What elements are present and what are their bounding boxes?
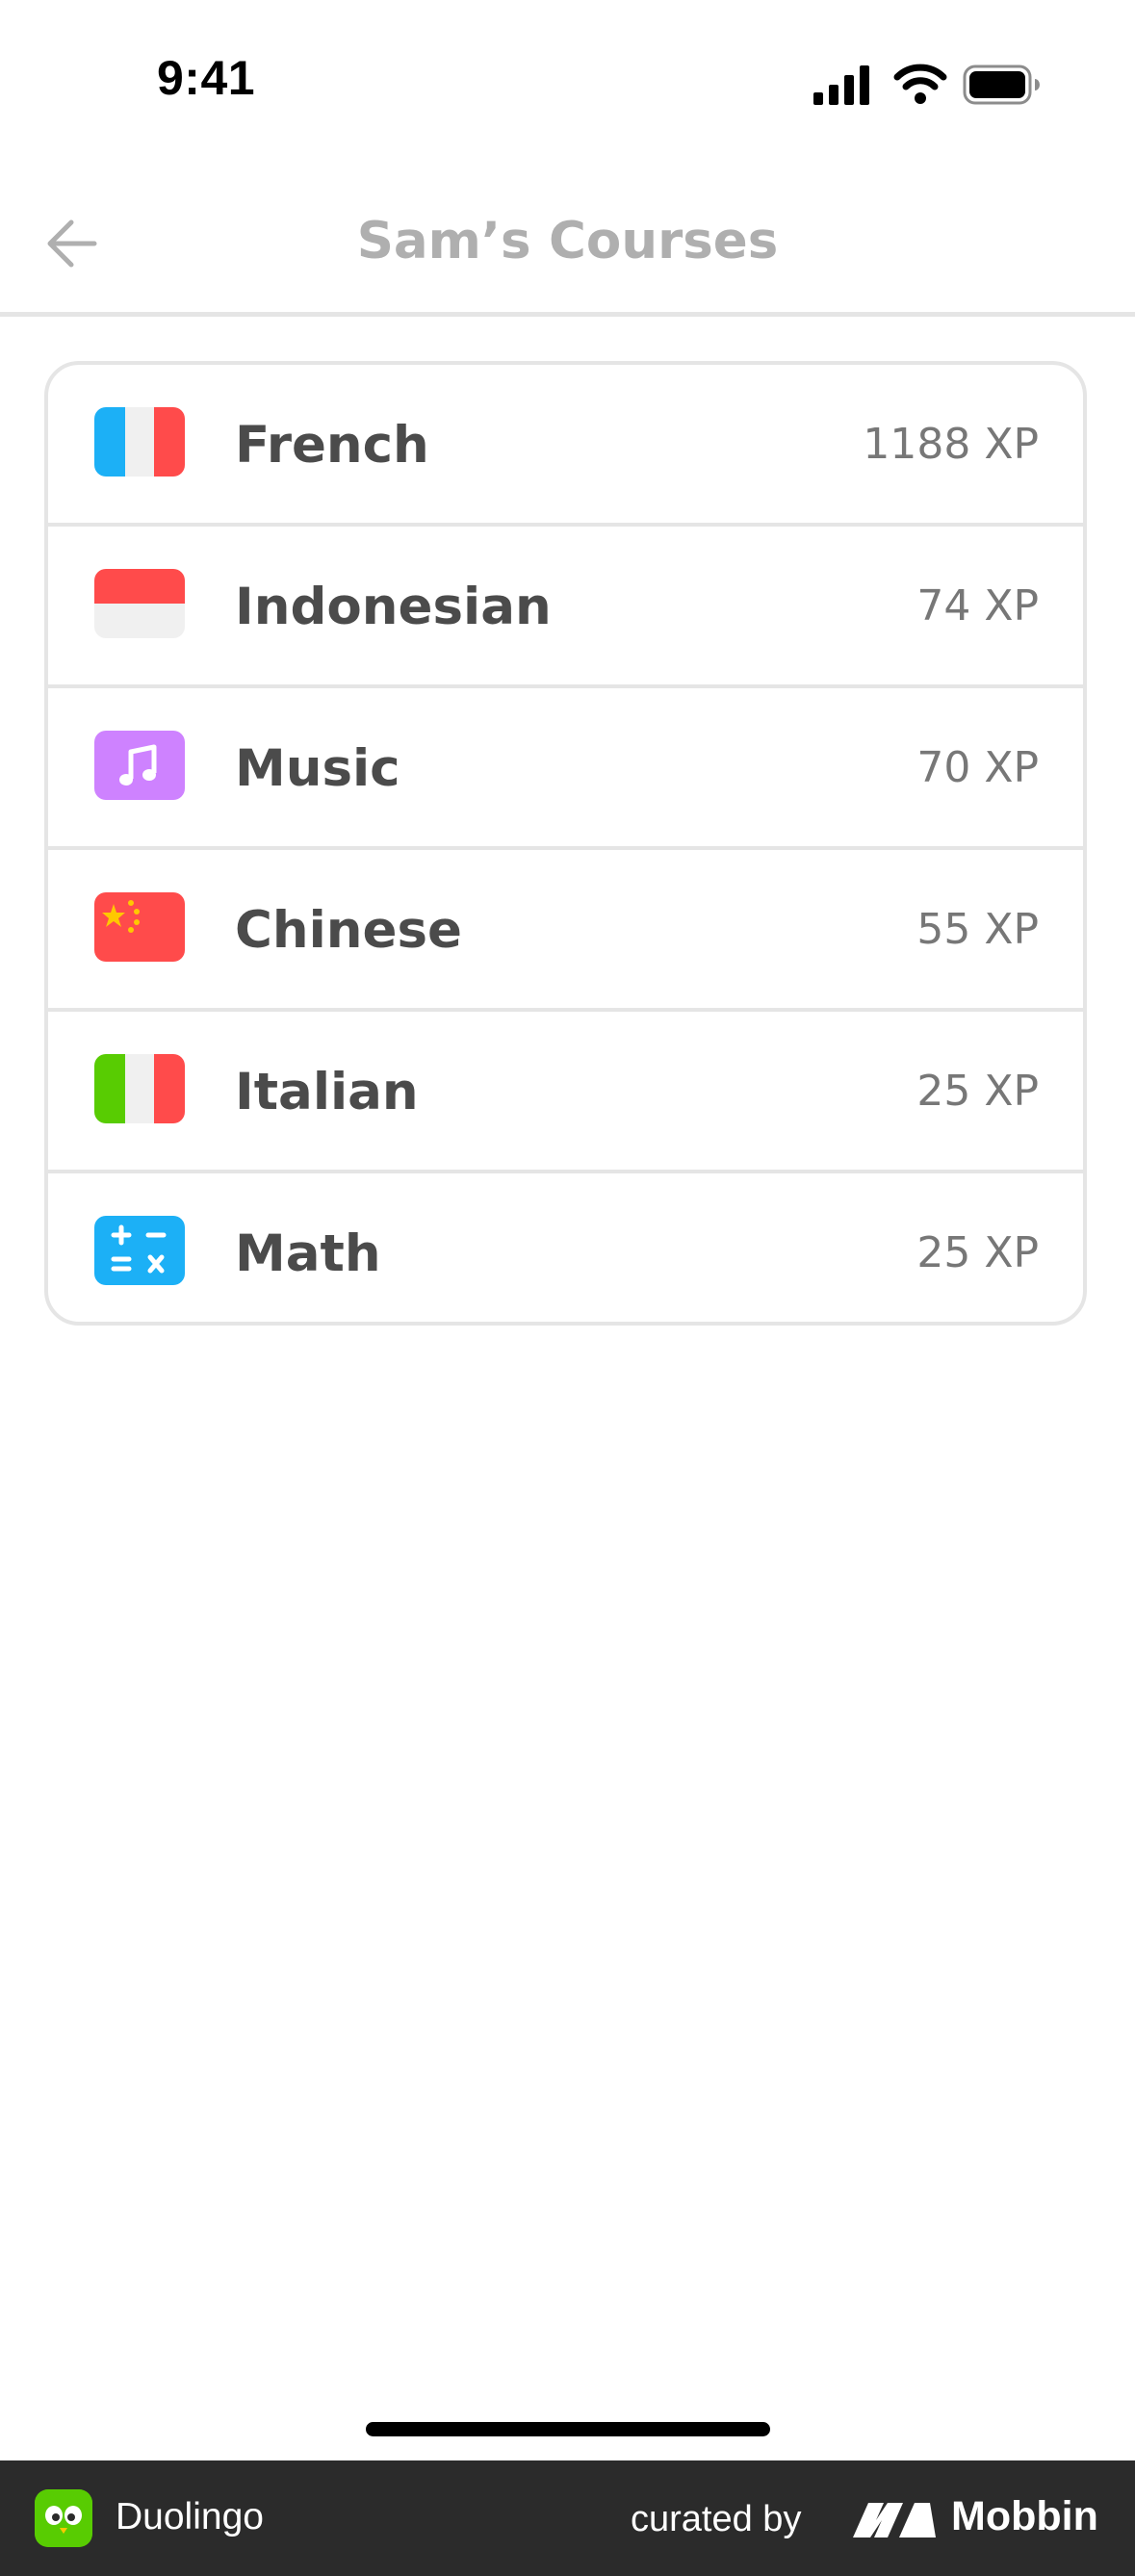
music-note-icon [94,731,185,800]
course-row-indonesian[interactable]: Indonesian 74 XP [48,527,1083,688]
course-list: French 1188 XP Indonesian 74 XP Music 70… [44,361,1087,1326]
status-time: 9:41 [157,51,256,105]
course-xp: 55 XP [916,905,1039,954]
course-name: Indonesian [235,578,552,636]
course-row-music[interactable]: Music 70 XP [48,688,1083,850]
course-row-italian[interactable]: Italian 25 XP [48,1012,1083,1173]
course-name: Math [235,1224,381,1283]
course-row-math[interactable]: Math 25 XP [48,1173,1083,1322]
page-title: Sam’s Courses [356,212,779,270]
course-name: Music [235,739,400,798]
calculator-icon [94,1216,185,1285]
status-bar: 9:41 [0,0,1135,144]
footer-app-name: Duolingo [116,2496,264,2537]
indonesia-flag-icon [94,569,185,638]
wifi-icon [893,64,947,104]
footer-curated-label: curated by [631,2499,802,2539]
china-flag-icon [94,892,185,962]
footer-brand-name: Mobbin [951,2493,1098,2539]
status-icons [813,64,1040,105]
course-name: French [235,416,429,475]
signal-icon [813,65,869,105]
course-xp: 25 XP [916,1228,1039,1277]
home-indicator[interactable] [366,2422,770,2436]
course-xp: 25 XP [916,1067,1039,1116]
course-xp: 1188 XP [863,420,1039,469]
footer-bar: Duolingo curated by Mobbin [0,2460,1135,2576]
battery-icon [963,64,1040,105]
header: Sam’s Courses [0,173,1135,317]
italy-flag-icon [94,1054,185,1123]
france-flag-icon [94,407,185,477]
course-name: Italian [235,1063,419,1121]
duolingo-owl-icon [35,2489,92,2547]
course-row-chinese[interactable]: Chinese 55 XP [48,850,1083,1012]
course-name: Chinese [235,901,462,960]
mobbin-logo-icon [853,2503,936,2537]
course-xp: 70 XP [916,743,1039,792]
course-row-french[interactable]: French 1188 XP [48,365,1083,527]
course-xp: 74 XP [916,581,1039,631]
